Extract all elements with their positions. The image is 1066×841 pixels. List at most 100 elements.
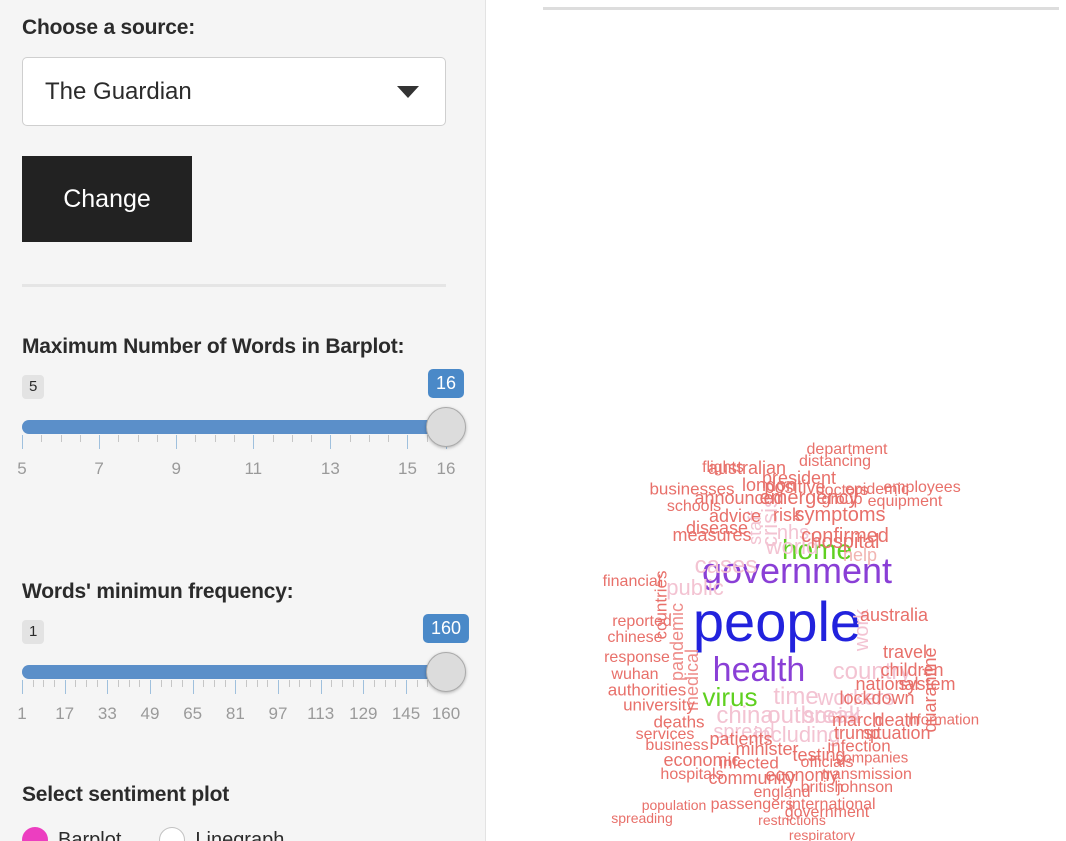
slider-tick [330,435,331,449]
choose-source-heading: Choose a source: [22,14,195,42]
frequency-slider-min-badge: 1 [22,620,44,644]
barplot-slider-track-area[interactable] [22,413,446,443]
slider-tick [385,680,386,687]
barplot-slider-tick-labels: 57911131516 [22,459,446,485]
slider-tick [129,680,130,687]
slider-tick [374,680,375,687]
wordcloud-word: patients [709,730,772,748]
slider-tick [342,680,343,687]
slider-tick-label: 129 [349,704,377,724]
wordcloud-word: people [693,594,861,650]
slider-tick [171,680,172,687]
source-select[interactable]: The Guardian [22,57,446,126]
slider-tick-label: 5 [17,459,26,479]
slider-tick [97,680,98,687]
wordcloud-word: reported [612,614,672,630]
slider-tick [157,435,158,442]
slider-tick [150,680,151,694]
slider-tick-label: 145 [392,704,420,724]
frequency-slider-label: Words' minimun frequency: [22,578,446,606]
slider-tick [118,435,119,442]
wordcloud-word: hospital [811,532,880,552]
barplot-words-slider-block: Maximum Number of Words in Barplot: 5 16… [22,333,446,485]
change-button[interactable]: Change [22,156,192,242]
barplot-slider-fill [22,420,446,434]
slider-tick-label: 17 [55,704,74,724]
slider-tick [350,435,351,442]
wordcloud-word: public [666,577,723,599]
slider-tick [161,680,162,687]
slider-tick [107,680,108,694]
barplot-slider-values: 5 16 [22,369,446,411]
slider-tick [61,435,62,442]
sentiment-option-0[interactable]: Barplot [22,827,121,841]
sentiment-plot-heading: Select sentiment plot [22,781,229,809]
slider-tick [138,435,139,442]
slider-tick [406,680,407,694]
barplot-slider-value-badge: 16 [428,369,464,398]
wordcloud-word: chinese [607,630,662,646]
barplot-slider-label: Maximum Number of Words in Barplot: [22,333,446,361]
wordcloud-word: businesses [649,481,734,498]
wordcloud-word: international [788,797,875,813]
slider-tick [75,680,76,687]
frequency-slider-track-area[interactable] [22,658,446,688]
source-select-value: The Guardian [45,78,397,106]
slider-tick [225,680,226,687]
sentiment-option-label: Linegraph [195,829,284,841]
slider-tick [369,435,370,442]
wordcloud-word: information [905,713,979,728]
wordcloud-word: infected [719,755,779,772]
wordcloud-word: system [898,675,955,693]
slider-tick [292,435,293,442]
slider-tick [195,435,196,442]
barplot-slider-min-badge: 5 [22,375,44,399]
slider-tick [43,680,44,687]
slider-tick [417,680,418,687]
slider-tick [235,680,236,694]
wordcloud-word: business [645,738,708,754]
slider-tick [321,680,322,694]
barplot-slider-ticks [22,435,446,451]
wordcloud-word: department [807,442,888,458]
wordcloud-word: spreading [611,811,673,825]
min-frequency-slider-block: Words' minimun frequency: 1 160 11733496… [22,578,446,730]
slider-tick [215,435,216,442]
slider-tick [65,680,66,694]
slider-tick [299,680,300,687]
slider-tick [99,435,100,449]
slider-tick [139,680,140,687]
slider-tick-label: 15 [398,459,417,479]
sentiment-plot-radio-group[interactable]: Barplot Linegraph [22,827,310,841]
frequency-slider-handle[interactable] [426,652,466,692]
radio-checked-icon[interactable] [22,827,48,841]
wordcloud-word: companies [836,751,909,766]
slider-tick [253,435,254,449]
slider-tick [363,680,364,694]
slider-tick [273,435,274,442]
barplot-slider-handle[interactable] [426,407,466,447]
frequency-slider-values: 1 160 [22,614,446,656]
sidebar-panel: Choose a source: The Guardian Change Max… [0,0,486,841]
wordcloud-word: schools [667,499,721,515]
wordcloud-word: response [604,650,670,666]
slider-tick-label: 65 [183,704,202,724]
slider-tick [182,680,183,687]
wordcloud-plot: peoplegovernmenthealthhomeviruscasescoun… [487,350,1066,841]
sentiment-option-label: Barplot [58,829,121,841]
slider-tick [278,680,279,694]
frequency-slider-ticks [22,680,446,696]
sentiment-option-1[interactable]: Linegraph [159,827,284,841]
wordcloud-word: equipment [868,494,943,510]
wordcloud-word: risk [773,506,801,524]
slider-tick-label: 13 [321,459,340,479]
frequency-slider-tick-labels: 1173349658197113129145160 [22,704,446,730]
slider-tick [193,680,194,694]
slider-tick [33,680,34,687]
slider-tick-label: 9 [171,459,180,479]
wordcloud-word: restrictions [758,813,826,827]
app-root: Choose a source: The Guardian Change Max… [0,0,1066,841]
radio-unchecked-icon[interactable] [159,827,185,841]
slider-tick [234,435,235,442]
frequency-slider-fill [22,665,446,679]
